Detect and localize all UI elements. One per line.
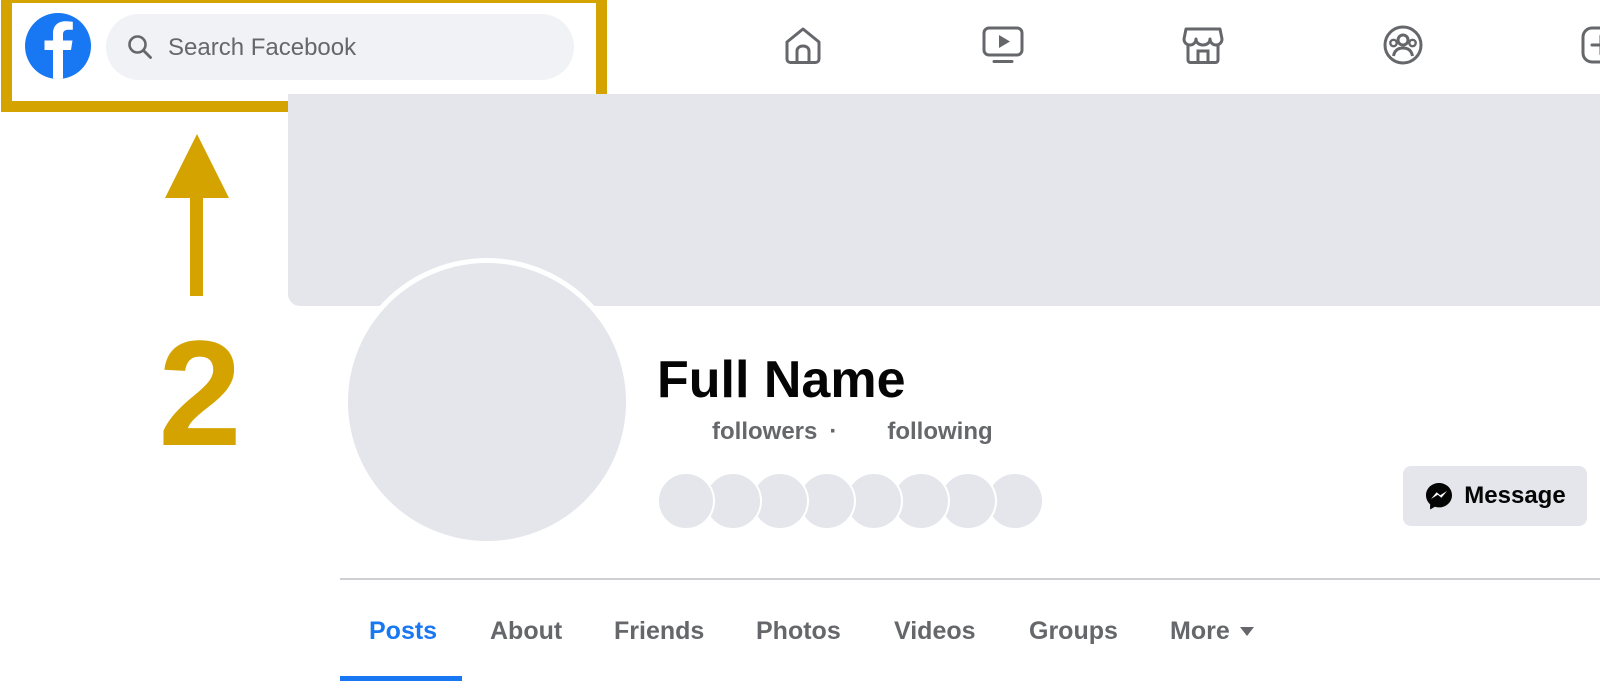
- tab-more[interactable]: More: [1170, 600, 1254, 662]
- home-icon: [781, 23, 825, 72]
- followers-link[interactable]: followers: [712, 418, 817, 446]
- messenger-icon: [1424, 481, 1454, 511]
- nav-tab-marketplace[interactable]: [1138, 0, 1268, 94]
- annotation-step-number: 2: [158, 309, 242, 477]
- tab-videos-label: Videos: [894, 616, 976, 645]
- profile-picture[interactable]: [348, 263, 626, 541]
- caret-down-icon: [1239, 626, 1254, 636]
- up-arrow-icon: [165, 134, 229, 301]
- tab-photos[interactable]: Photos: [756, 600, 841, 662]
- nav-tab-home[interactable]: [738, 0, 868, 94]
- active-tab-indicator: [340, 676, 462, 681]
- tab-friends[interactable]: Friends: [614, 600, 704, 662]
- tab-about-label: About: [490, 616, 563, 645]
- tab-about[interactable]: About: [490, 600, 562, 662]
- tab-groups[interactable]: Groups: [1029, 600, 1118, 662]
- tab-more-label: More: [1170, 616, 1230, 645]
- following-link[interactable]: following: [887, 418, 992, 446]
- create-icon: [1580, 23, 1600, 72]
- tab-posts[interactable]: Posts: [369, 600, 437, 662]
- profile-divider: [340, 578, 1600, 580]
- groups-icon: [1381, 23, 1425, 72]
- stats-separator: ·: [829, 418, 838, 445]
- tab-videos[interactable]: Videos: [894, 600, 976, 662]
- watch-icon: [981, 23, 1025, 72]
- message-button-label: Message: [1464, 482, 1566, 509]
- friend-avatar[interactable]: [657, 472, 715, 530]
- nav-tab-create[interactable]: [1538, 0, 1600, 94]
- nav-tab-groups[interactable]: [1338, 0, 1468, 94]
- tab-friends-label: Friends: [614, 616, 705, 645]
- nav-tab-watch[interactable]: [938, 0, 1068, 94]
- marketplace-icon: [1181, 23, 1225, 72]
- tab-posts-label: Posts: [369, 616, 438, 645]
- tab-photos-label: Photos: [756, 616, 841, 645]
- message-button[interactable]: Message: [1403, 466, 1587, 526]
- tab-groups-label: Groups: [1029, 616, 1118, 645]
- profile-name: Full Name: [657, 351, 906, 409]
- follow-stats: followers · following: [712, 418, 993, 446]
